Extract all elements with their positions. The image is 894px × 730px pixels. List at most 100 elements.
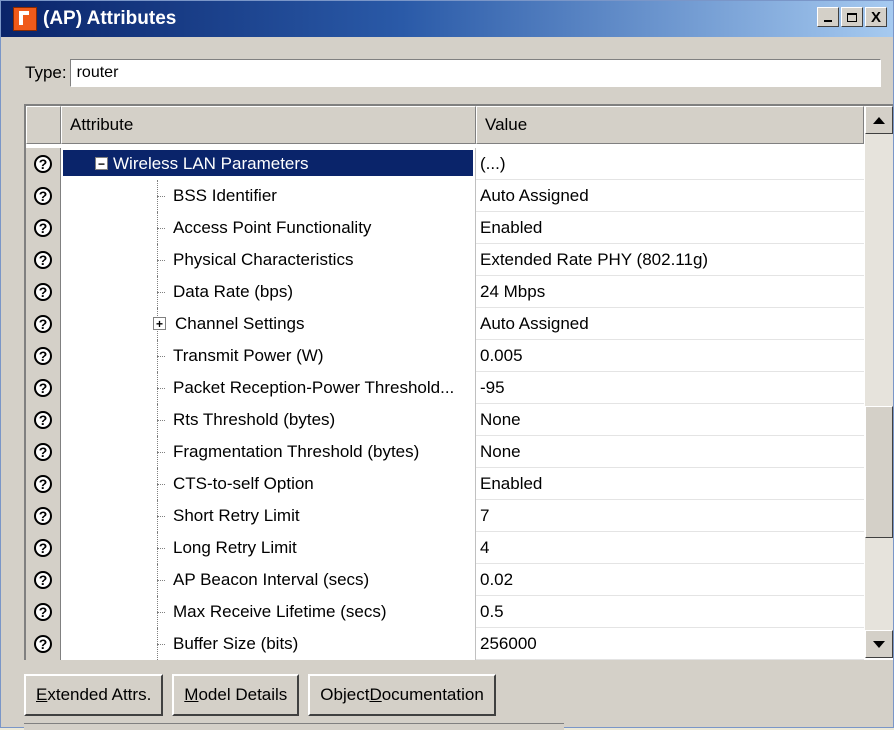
attribute-cell[interactable]: Long Retry Limit (61, 532, 476, 564)
attribute-label: Physical Characteristics (173, 250, 354, 269)
help-icon[interactable]: ? (34, 379, 52, 397)
type-field[interactable] (69, 59, 881, 87)
table-row[interactable]: ? Access Point Functionality Enabled (26, 212, 864, 244)
table-row[interactable]: ? Buffer Size (bits) 256000 (26, 628, 864, 660)
table-row[interactable]: ? Short Retry Limit 7 (26, 500, 864, 532)
attribute-cell[interactable]: Access Point Functionality (61, 212, 476, 244)
value-cell[interactable]: None (476, 404, 864, 436)
maximize-button[interactable] (841, 7, 863, 27)
attribute-cell[interactable]: CTS-to-self Option (61, 468, 476, 500)
header-attribute[interactable]: Attribute (61, 106, 476, 144)
tree-branch (157, 420, 165, 421)
attribute-cell[interactable]: Fragmentation Threshold (bytes) (61, 436, 476, 468)
help-icon[interactable]: ? (34, 411, 52, 429)
attributes-grid: Attribute Value ? − Wireless LAN Parameter… (24, 104, 893, 660)
attribute-cell[interactable]: Buffer Size (bits) (61, 628, 476, 660)
header-help-column (26, 106, 61, 144)
table-row[interactable]: ? Long Retry Limit 4 (26, 532, 864, 564)
extended-attrs-label: xtended Attrs. (47, 685, 152, 704)
attribute-cell[interactable]: Physical Characteristics (61, 244, 476, 276)
header-value[interactable]: Value (476, 106, 864, 144)
vertical-scrollbar[interactable] (865, 106, 893, 658)
attribute-cell[interactable]: BSS Identifier (61, 180, 476, 212)
attribute-cell[interactable]: Transmit Power (W) (61, 340, 476, 372)
tree-branch (157, 388, 165, 389)
attribute-label: CTS-to-self Option (173, 474, 314, 493)
object-documentation-label: ocumentation (381, 685, 484, 704)
value-cell[interactable]: (...) (476, 148, 864, 180)
help-icon[interactable]: ? (34, 155, 52, 173)
help-icon[interactable]: ? (34, 571, 52, 589)
extended-attrs-button[interactable]: Extended Attrs. (24, 674, 164, 716)
attribute-cell[interactable]: Rts Threshold (bytes) (61, 404, 476, 436)
attribute-cell[interactable]: AP Beacon Interval (secs) (61, 564, 476, 596)
value-cell[interactable]: Enabled (476, 212, 864, 244)
help-icon[interactable]: ? (34, 347, 52, 365)
attribute-cell[interactable]: + Channel Settings (61, 308, 476, 340)
tree-branch (157, 228, 165, 229)
value-cell[interactable]: 7 (476, 500, 864, 532)
table-row[interactable]: ? AP Beacon Interval (secs) 0.02 (26, 564, 864, 596)
help-cell: ? (26, 532, 61, 564)
value-cell[interactable]: Auto Assigned (476, 180, 864, 212)
value-cell[interactable]: Enabled (476, 468, 864, 500)
help-icon[interactable]: ? (34, 539, 52, 557)
attribute-cell[interactable]: Short Retry Limit (61, 500, 476, 532)
table-row[interactable]: ? − Wireless LAN Parameters (...) (26, 148, 864, 180)
value-cell[interactable]: 0.5 (476, 596, 864, 628)
help-icon[interactable]: ? (34, 475, 52, 493)
help-icon[interactable]: ? (34, 315, 52, 333)
object-documentation-button[interactable]: Object Documentation (308, 674, 496, 716)
attribute-cell[interactable]: − Wireless LAN Parameters (61, 148, 476, 180)
model-details-button[interactable]: Model Details (172, 674, 300, 716)
scroll-thumb[interactable] (865, 406, 893, 538)
minimize-icon (824, 20, 832, 22)
button-row: Extended Attrs. Model Details Object Doc… (24, 674, 496, 716)
table-row[interactable]: ? Physical Characteristics Extended Rate P… (26, 244, 864, 276)
tree-branch (157, 516, 165, 517)
value-cell[interactable]: 0.02 (476, 564, 864, 596)
attribute-cell[interactable]: Max Receive Lifetime (secs) (61, 596, 476, 628)
value-cell[interactable]: 24 Mbps (476, 276, 864, 308)
value-cell[interactable]: None (476, 436, 864, 468)
help-icon[interactable]: ? (34, 251, 52, 269)
table-row[interactable]: ? Data Rate (bps) 24 Mbps (26, 276, 864, 308)
scroll-down-button[interactable] (865, 630, 893, 658)
attribute-label: Access Point Functionality (173, 218, 372, 237)
attribute-cell[interactable]: Data Rate (bps) (61, 276, 476, 308)
table-row[interactable]: ? + Channel Settings Auto Assigned (26, 308, 864, 340)
attribute-label: Short Retry Limit (173, 506, 300, 525)
table-row[interactable]: ? Packet Reception-Power Threshold... -95 (26, 372, 864, 404)
help-icon[interactable]: ? (34, 219, 52, 237)
table-row[interactable]: ? BSS Identifier Auto Assigned (26, 180, 864, 212)
help-cell: ? (26, 564, 61, 596)
model-details-label: odel Details (198, 685, 288, 704)
help-icon[interactable]: ? (34, 187, 52, 205)
maximize-icon (847, 12, 857, 22)
help-icon[interactable]: ? (34, 507, 52, 525)
table-row[interactable]: ? Max Receive Lifetime (secs) 0.5 (26, 596, 864, 628)
help-cell: ? (26, 436, 61, 468)
value-cell[interactable]: 0.005 (476, 340, 864, 372)
minimize-button[interactable] (817, 7, 839, 27)
table-row[interactable]: ? CTS-to-self Option Enabled (26, 468, 864, 500)
title-bar[interactable]: (AP) Attributes X (1, 1, 893, 37)
close-button[interactable]: X (865, 7, 887, 27)
table-row[interactable]: ? Rts Threshold (bytes) None (26, 404, 864, 436)
value-cell[interactable]: 256000 (476, 628, 864, 660)
help-icon[interactable]: ? (34, 283, 52, 301)
value-cell[interactable]: 4 (476, 532, 864, 564)
collapse-icon[interactable]: − (95, 157, 108, 170)
value-cell[interactable]: -95 (476, 372, 864, 404)
table-row[interactable]: ? Transmit Power (W) 0.005 (26, 340, 864, 372)
table-row[interactable]: ? Fragmentation Threshold (bytes) None (26, 436, 864, 468)
help-icon[interactable]: ? (34, 603, 52, 621)
expand-icon[interactable]: + (153, 317, 166, 330)
help-icon[interactable]: ? (34, 443, 52, 461)
value-cell[interactable]: Auto Assigned (476, 308, 864, 340)
scroll-up-button[interactable] (865, 106, 893, 134)
value-cell[interactable]: Extended Rate PHY (802.11g) (476, 244, 864, 276)
attribute-cell[interactable]: Packet Reception-Power Threshold... (61, 372, 476, 404)
tree-branch (157, 548, 165, 549)
help-icon[interactable]: ? (34, 635, 52, 653)
